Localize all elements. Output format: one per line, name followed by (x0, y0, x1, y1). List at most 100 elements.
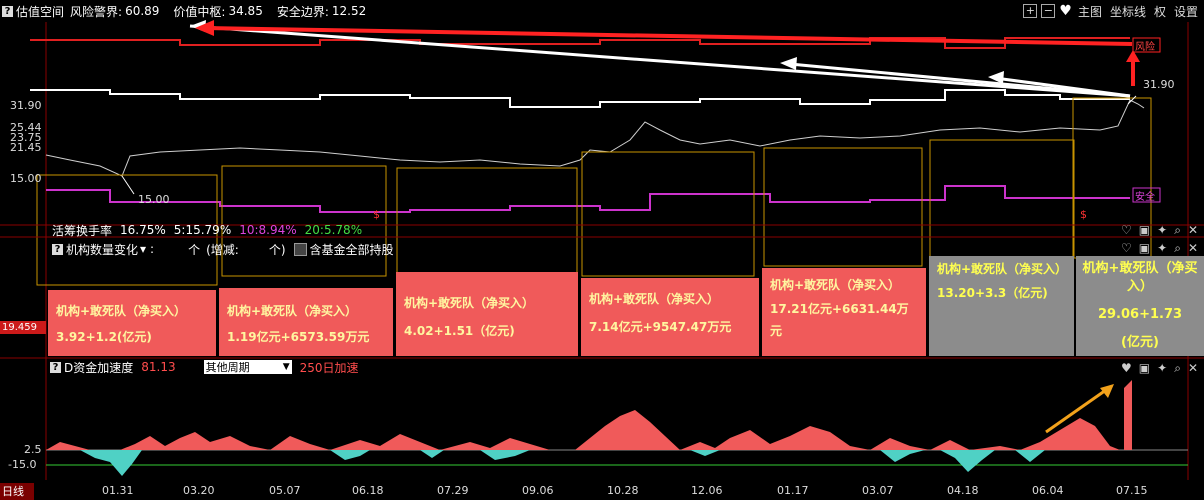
inst-left-value: 19.459 (0, 321, 46, 334)
x-tick: 05.07 (269, 484, 301, 497)
inst-search-icon[interactable]: ⌕ (1174, 241, 1181, 256)
close-icon[interactable]: ✕ (1188, 223, 1198, 237)
inst-close-icon[interactable]: ✕ (1188, 241, 1198, 255)
x-tick: 01.17 (777, 484, 809, 497)
inst-block-value: 4.02+1.51（亿元) (404, 324, 515, 338)
x-tick: 03.07 (862, 484, 894, 497)
inst-block-value: 13.20+3.3（亿元) (937, 286, 1048, 300)
accel-tools: ♥ ▣ ✦ ⌕ ✕ (1121, 359, 1198, 377)
x-tick: 01.31 (102, 484, 134, 497)
turnover-v3: 10:8.94% (239, 223, 297, 237)
turnover-v4: 20:5.78% (304, 223, 363, 237)
white-arrow-2-head (780, 57, 797, 70)
accel-close-icon[interactable]: ✕ (1188, 361, 1198, 375)
accel-negative-area (80, 450, 1045, 476)
accel-chart[interactable] (0, 376, 1204, 482)
inst-pin-icon[interactable]: ✦ (1157, 241, 1167, 255)
period-select-value: 其他周期 (205, 361, 250, 374)
inst-block-title: 机构+敢死队（净买入） (937, 262, 1068, 276)
center-line (30, 89, 1130, 108)
inst-colon: : (150, 242, 155, 256)
inst-block-title: 机构+敢死队（净买入） (227, 304, 358, 318)
inst-dropdown-icon[interactable]: ▾ (140, 242, 146, 256)
accel-pin-icon[interactable]: ✦ (1157, 361, 1167, 375)
y-label-4: 21.45 (10, 141, 42, 154)
inst-block-4[interactable]: 机构+敢死队（净买入） 7.14亿元+9547.47万元 (581, 278, 759, 356)
price-line (45, 99, 1145, 177)
turnover-tools: ♡ ▣ ✦ ⌕ ✕ (1121, 221, 1198, 239)
turnover-row: 活筹换手率 16.75% 5:15.79% 10:8.94% 20:5.78% (52, 221, 362, 239)
inst-block-value: 3.92+1.2(亿元) (56, 330, 152, 344)
period-label: 250日加速 (299, 360, 359, 375)
cursor-box-3 (396, 167, 578, 277)
inst-block-value: 1.19亿元+6573.59万元 (227, 330, 370, 344)
inst-title[interactable]: 机构数量变化 (66, 241, 138, 258)
x-tick: 07.29 (437, 484, 469, 497)
inst-block-7[interactable]: 机构+敢死队（净买入） 29.06+1.73 (亿元) (1076, 256, 1204, 356)
x-tick: 06.18 (352, 484, 384, 497)
inst-block-value: 29.06+1.73 (1097, 307, 1183, 322)
inst-help-icon[interactable]: ? (52, 243, 63, 255)
cursor-box-4 (581, 151, 755, 277)
inst-block-value-unit: (亿元) (1121, 335, 1159, 350)
search-icon[interactable]: ⌕ (1174, 223, 1181, 238)
x-tick: 03.20 (183, 484, 215, 497)
turnover-v2: 5:15.79% (173, 223, 232, 237)
safe-line (46, 185, 1130, 213)
safe-tag: 安全 (1135, 192, 1155, 203)
y-label-top: 31.90 (10, 99, 42, 112)
min-price-label: 15.00 (138, 193, 170, 206)
fund-checkbox-label[interactable]: 含基金全部持股 (310, 241, 394, 258)
x-tick: 12.06 (691, 484, 723, 497)
inst-block-value: 7.14亿元+9547.47万元 (589, 320, 732, 334)
inst-block-title: 机构+敢死队（净买入） (1082, 261, 1198, 294)
inst-block-title: 机构+敢死队（净买入） (56, 304, 187, 318)
inst-panel-header: ? 机构数量变化 ▾ : 个 (增减: 个) 含基金全部持股 (50, 239, 394, 259)
inst-block-5[interactable]: 机构+敢死队（净买入） 17.21亿元+6631.44万元 (762, 268, 926, 356)
inst-unit-2: 个) (268, 242, 286, 257)
signal-mark-2: $ (1080, 208, 1087, 221)
accel-panel-icon[interactable]: ▣ (1139, 361, 1150, 375)
inst-like-icon[interactable]: ♡ (1121, 241, 1132, 255)
accel-value: 81.13 (141, 360, 176, 374)
fund-checkbox[interactable] (293, 242, 307, 256)
inst-block-title: 机构+敢死队（净买入） (770, 278, 901, 292)
x-tick: 09.06 (522, 484, 554, 497)
y-label-bottom: 15.00 (10, 172, 42, 185)
turnover-label: 活筹换手率 (52, 223, 113, 238)
max-price-label: 31.90 (1143, 78, 1175, 91)
accel-title[interactable]: D资金加速度 (64, 359, 133, 376)
like-icon[interactable]: ♡ (1121, 223, 1132, 237)
accel-positive-area (46, 380, 1132, 450)
cursor-box-5 (763, 147, 923, 267)
chevron-down-icon: ▼ (282, 362, 290, 372)
risk-tag: 风险 (1135, 42, 1155, 53)
inst-block-6[interactable]: 机构+敢死队（净买入） 13.20+3.3（亿元) (929, 256, 1074, 356)
inst-block-title: 机构+敢死队（净买入） (589, 292, 720, 306)
accel-like-icon[interactable]: ♥ (1121, 361, 1132, 375)
inst-block-1[interactable]: 机构+敢死队（净买入） 3.92+1.2(亿元) (48, 290, 216, 356)
inst-panel-icon[interactable]: ▣ (1139, 241, 1150, 255)
accel-panel-header: ? D资金加速度 81.13 其他周期 ▼ 250日加速 (48, 359, 359, 375)
inst-block-3[interactable]: 机构+敢死队（净买入） 4.02+1.51（亿元) (396, 272, 578, 356)
accel-help-icon[interactable]: ? (50, 361, 61, 373)
inst-tools: ♡ ▣ ✦ ⌕ ✕ (1121, 239, 1198, 257)
white-arrow-2 (789, 62, 1131, 98)
x-tick: 10.28 (607, 484, 639, 497)
period-select[interactable]: 其他周期 ▼ (203, 360, 292, 374)
x-tick: 04.18 (947, 484, 979, 497)
x-tick: 06.04 (1032, 484, 1064, 497)
signal-mark-1: $ (373, 208, 380, 221)
inst-block-title: 机构+敢死队（净买入） (404, 296, 535, 310)
inst-block-2[interactable]: 机构+敢死队（净买入） 1.19亿元+6573.59万元 (219, 288, 393, 356)
period-badge[interactable]: 日线 (0, 483, 34, 500)
x-tick: 07.15 (1116, 484, 1148, 497)
inst-increase-label: (增减: (206, 242, 239, 257)
accel-y-label-1: 2.5 (24, 443, 42, 456)
turnover-v1: 16.75% (120, 223, 166, 237)
accel-y-label-2: -15.0 (8, 458, 37, 471)
accel-search-icon[interactable]: ⌕ (1174, 361, 1181, 376)
period-badge-label: 日线 (2, 485, 24, 498)
pin-icon[interactable]: ✦ (1157, 223, 1167, 237)
panel-icon[interactable]: ▣ (1139, 223, 1150, 237)
